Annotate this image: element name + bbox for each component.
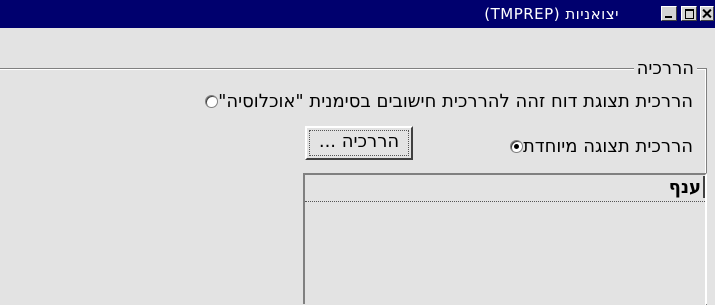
column-divider bbox=[703, 176, 705, 198]
column-header-label: ענף bbox=[668, 177, 701, 198]
list-column-header[interactable]: ענף bbox=[305, 175, 705, 202]
option-special-hierarchy[interactable]: הררכית תצוגה מיוחדת bbox=[502, 135, 693, 157]
minimize-icon[interactable] bbox=[661, 6, 677, 21]
groupbox-legend: הררכיה bbox=[633, 58, 697, 79]
option-same-hierarchy-label: הררכית תצוגת דוח זהה להררכית חישובים בסי… bbox=[218, 90, 693, 112]
option-same-hierarchy[interactable]: הררכית תצוגת דוח זהה להררכית חישובים בסי… bbox=[197, 90, 693, 112]
radio-same-hierarchy[interactable] bbox=[205, 94, 219, 108]
report-window: יצואניות (TMPREP) הררכיה הררכית תצוגת דו… bbox=[0, 0, 715, 305]
radio-special-hierarchy[interactable] bbox=[509, 139, 523, 153]
close-icon[interactable] bbox=[700, 6, 714, 21]
hierarchy-listbox[interactable]: ענף bbox=[303, 173, 707, 304]
option-special-hierarchy-label: הררכית תצוגה מיוחדת bbox=[522, 135, 693, 157]
hierarchy-button[interactable]: הררכיה ... bbox=[305, 126, 413, 160]
title-bar[interactable]: יצואניות (TMPREP) bbox=[0, 0, 715, 28]
window-title: יצואניות (TMPREP) bbox=[484, 5, 619, 23]
maximize-icon[interactable] bbox=[681, 6, 697, 21]
